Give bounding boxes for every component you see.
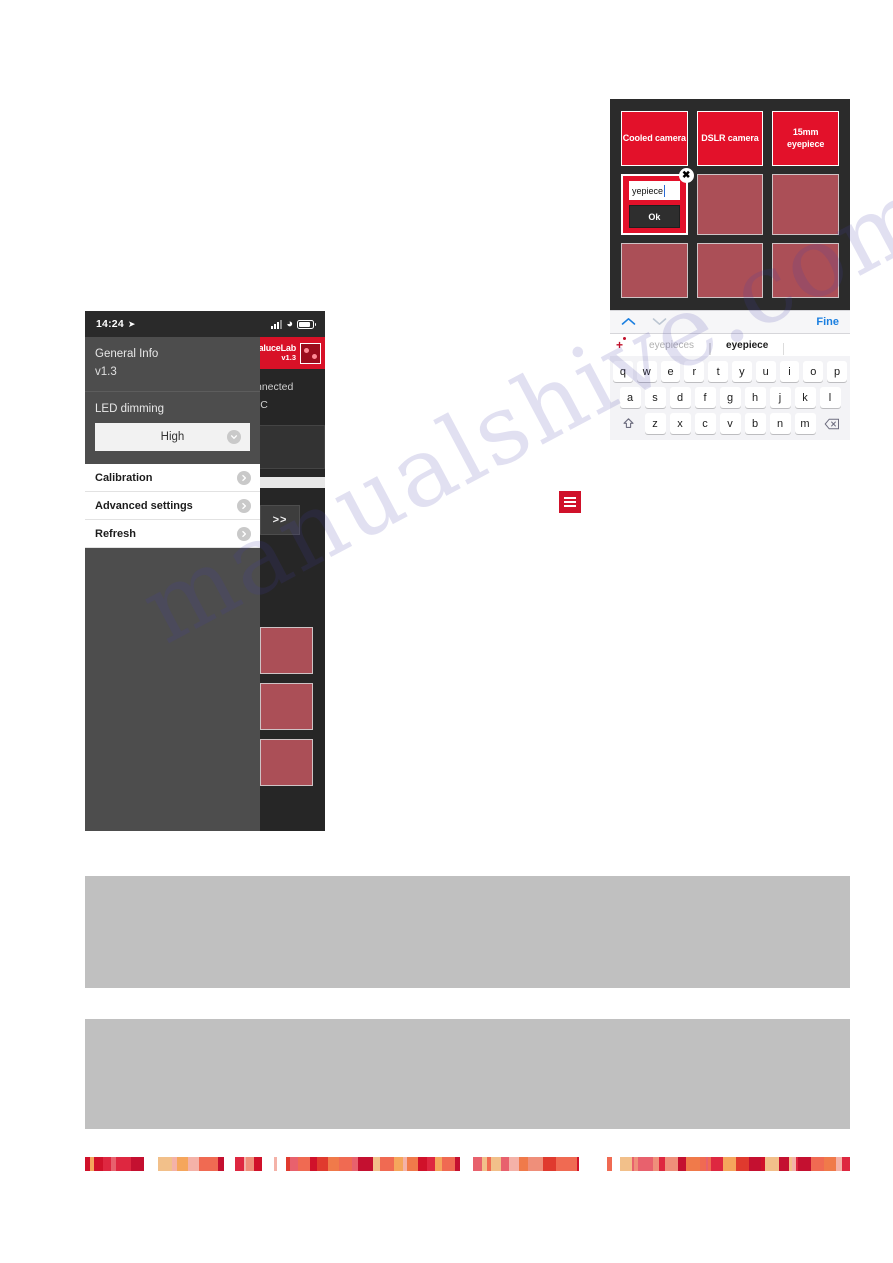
key-z[interactable]: z xyxy=(644,413,666,434)
tile-cooled-camera[interactable]: Cooled camera xyxy=(621,111,688,166)
tile-edit-form: yepiece Ok xyxy=(623,176,686,233)
suggestion-item[interactable]: eyepiece xyxy=(710,340,785,355)
tile-dslr-camera[interactable]: DSLR camera xyxy=(696,111,764,166)
phone-status-bar: 14:24 ➤ ◕ xyxy=(85,311,325,337)
app-mini-tile[interactable] xyxy=(260,683,313,730)
key-y[interactable]: y xyxy=(732,361,752,382)
menu-item-refresh[interactable]: Refresh xyxy=(85,520,260,548)
tile-empty[interactable] xyxy=(772,174,839,235)
accessory-tile-grid: Cooled camera DSLR camera 15mm eyepiece … xyxy=(621,111,839,298)
tile-label: 15mm eyepiece xyxy=(787,127,825,149)
general-info-value: v1.3 xyxy=(95,366,117,378)
key-s[interactable]: s xyxy=(644,387,666,408)
keyboard-row-1: q w e r t y u i o p xyxy=(613,361,847,382)
keyboard-accessory-bar: Fine xyxy=(610,310,850,334)
content-placeholder-block xyxy=(85,876,850,988)
led-dimming-select[interactable]: High xyxy=(95,423,250,451)
autocorrect-suggestion-bar: + eyepieces eyepiece xyxy=(610,334,850,356)
tile-empty[interactable] xyxy=(621,243,688,298)
tile-empty[interactable] xyxy=(696,243,764,298)
key-u[interactable]: u xyxy=(755,361,776,382)
key-g[interactable]: g xyxy=(719,387,741,408)
plus-icon[interactable]: + xyxy=(616,337,627,352)
content-placeholder-block xyxy=(85,1019,850,1129)
keyboard-row-2: a s d f g h j k l xyxy=(613,387,847,408)
tile-label: DSLR camera xyxy=(701,132,759,143)
logo-mark-icon xyxy=(300,342,321,364)
key-t[interactable]: t xyxy=(708,361,728,382)
status-right-icons: ◕ xyxy=(271,317,316,330)
chevron-down-icon xyxy=(652,313,667,331)
suggestion-item[interactable]: eyepieces xyxy=(633,340,711,355)
phone-screenshot: 14:24 ➤ ◕ PrimaluceLab v1.3 nnected °C >… xyxy=(85,311,325,831)
key-d[interactable]: d xyxy=(669,387,691,408)
key-n[interactable]: n xyxy=(769,413,791,434)
app-status-line-1: nnected xyxy=(256,381,294,393)
key-r[interactable]: r xyxy=(684,361,705,382)
decorative-mosaic-strip xyxy=(85,1157,850,1171)
tile-15mm-eyepiece[interactable]: 15mm eyepiece xyxy=(772,111,839,166)
tile-label: Cooled camera xyxy=(622,132,686,143)
tile-name-input[interactable]: yepiece xyxy=(629,181,680,200)
key-k[interactable]: k xyxy=(794,387,816,408)
battery-icon xyxy=(297,319,316,329)
tile-empty[interactable] xyxy=(696,174,764,235)
text-caret xyxy=(664,184,666,197)
app-mini-tile[interactable] xyxy=(260,739,313,786)
chevron-right-icon xyxy=(237,470,251,485)
key-o[interactable]: o xyxy=(803,361,824,382)
tile-editing[interactable]: ✖ yepiece Ok xyxy=(621,168,694,235)
key-w[interactable]: w xyxy=(636,361,657,382)
chevron-down-icon xyxy=(227,430,241,444)
location-arrow-icon: ➤ xyxy=(127,318,136,329)
menu-item-label: Advanced settings xyxy=(95,499,193,512)
led-dimming-value: High xyxy=(160,431,185,443)
key-h[interactable]: h xyxy=(744,387,766,408)
wifi-icon: ◕ xyxy=(286,317,293,330)
menu-item-advanced-settings[interactable]: Advanced settings xyxy=(85,492,260,520)
key-j[interactable]: j xyxy=(769,387,791,408)
accessory-tile-area: Cooled camera DSLR camera 15mm eyepiece … xyxy=(610,99,850,310)
onscreen-keyboard: q w e r t y u i o p a s d f g h j k l z xyxy=(610,356,850,440)
key-v[interactable]: v xyxy=(719,413,741,434)
key-b[interactable]: b xyxy=(744,413,766,434)
tile-name-input-value: yepiece xyxy=(632,185,664,196)
tablet-screenshot: Cooled camera DSLR camera 15mm eyepiece … xyxy=(610,99,850,465)
chevron-up-icon[interactable] xyxy=(621,313,636,331)
general-info-label: General Info xyxy=(95,348,159,360)
general-info-group: General Info v1.3 xyxy=(85,337,260,391)
backspace-icon[interactable] xyxy=(820,413,844,434)
app-mini-tile[interactable] xyxy=(260,627,313,674)
status-clock: 14:24 xyxy=(96,318,124,330)
keyboard-row-3: z x c v b n m xyxy=(613,413,847,434)
app-next-button[interactable]: >> xyxy=(260,505,300,535)
app-mini-tile-column xyxy=(260,627,313,786)
key-e[interactable]: e xyxy=(660,361,681,382)
key-f[interactable]: f xyxy=(694,387,716,408)
hamburger-menu-icon[interactable] xyxy=(559,491,581,513)
key-c[interactable]: c xyxy=(694,413,716,434)
key-m[interactable]: m xyxy=(794,413,816,434)
led-dimming-label: LED dimming xyxy=(95,403,165,415)
tile-empty[interactable] xyxy=(772,243,839,298)
chevron-right-icon xyxy=(237,498,251,513)
shift-icon[interactable] xyxy=(617,413,641,434)
key-q[interactable]: q xyxy=(613,361,633,382)
key-i[interactable]: i xyxy=(779,361,800,382)
key-l[interactable]: l xyxy=(819,387,841,408)
key-a[interactable]: a xyxy=(619,387,641,408)
tile-ok-button[interactable]: Ok xyxy=(629,205,680,228)
menu-item-label: Refresh xyxy=(95,527,136,540)
led-dimming-group: LED dimming High xyxy=(85,391,260,464)
cellular-signal-icon xyxy=(271,319,283,329)
close-icon[interactable]: ✖ xyxy=(678,168,694,183)
menu-item-label: Calibration xyxy=(95,471,153,484)
key-p[interactable]: p xyxy=(827,361,847,382)
chevron-right-icon xyxy=(237,526,251,541)
key-x[interactable]: x xyxy=(669,413,691,434)
keyboard-done-button[interactable]: Fine xyxy=(816,316,839,328)
settings-side-menu: General Info v1.3 LED dimming High Calib… xyxy=(85,337,260,831)
menu-item-calibration[interactable]: Calibration xyxy=(85,464,260,492)
